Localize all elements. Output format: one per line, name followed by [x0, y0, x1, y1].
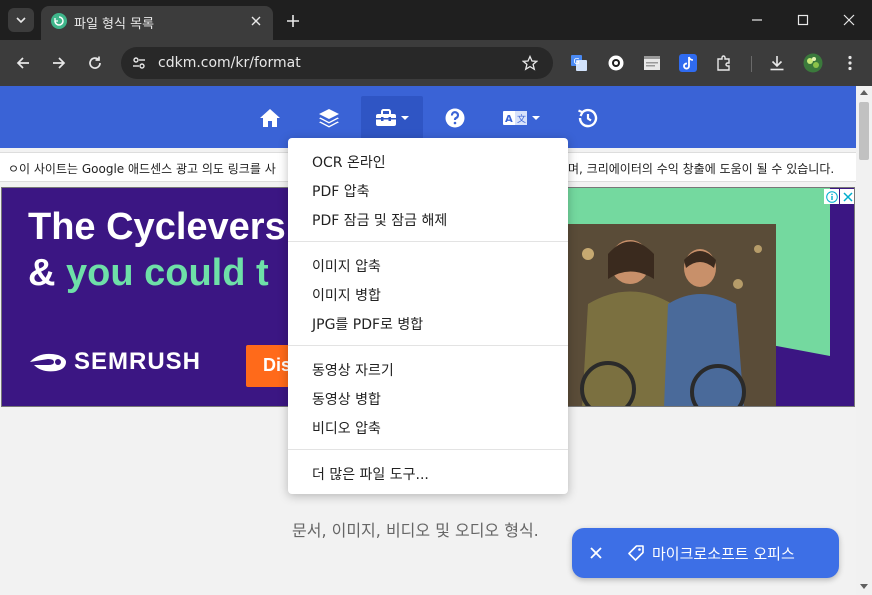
page-scrollbar[interactable]: [856, 86, 872, 595]
scroll-down-arrow-icon[interactable]: [860, 584, 868, 589]
ad-photo-cyclists: [568, 224, 776, 406]
maximize-icon: [797, 14, 809, 26]
downloads-button[interactable]: [767, 53, 787, 73]
arrow-right-icon: [53, 57, 66, 69]
minimize-button[interactable]: [740, 6, 774, 34]
translate-extension-button[interactable]: G: [569, 53, 589, 73]
more-vertical-icon: [848, 55, 852, 71]
tune-icon: [133, 57, 145, 69]
layers-icon: [319, 109, 339, 128]
forward-button[interactable]: [47, 51, 71, 75]
notice-text-right: 며, 크리에이터의 수익 창출에 도움이 될 수 있습니다.: [568, 162, 835, 176]
svg-text:文: 文: [517, 113, 526, 125]
ad-close-button[interactable]: [840, 189, 854, 204]
menu-item-jpg-to-pdf[interactable]: JPG를 PDF로 병합: [312, 314, 423, 334]
menu-item-pdf-lock-unlock[interactable]: PDF 잠금 및 잠금 해제: [312, 210, 447, 230]
tag-icon: [626, 543, 646, 563]
scroll-thumb[interactable]: [859, 102, 869, 160]
menu-item-video-compress[interactable]: 비디오 압축: [312, 418, 381, 438]
tab-strip: 파일 형식 목록: [0, 0, 872, 40]
semrush-logo: SEMRUSH: [28, 348, 201, 376]
browser-toolbar: cdkm.com/kr/format G: [0, 40, 872, 86]
office-floating-button[interactable]: 마이크로소프트 오피스: [572, 528, 839, 578]
music-note-icon: [679, 54, 697, 72]
close-window-button[interactable]: [832, 6, 866, 34]
download-icon: [770, 56, 784, 71]
help-icon: [445, 108, 465, 128]
semrush-logo-icon: [30, 353, 66, 372]
star-icon: [522, 55, 538, 71]
puzzle-icon: [717, 55, 730, 71]
menu-item-image-merge[interactable]: 이미지 병합: [312, 285, 381, 305]
tab-title: 파일 형식 목록: [74, 17, 155, 32]
google-translate-icon: G: [571, 55, 587, 71]
avatar: [803, 53, 823, 73]
minimize-icon: [752, 19, 762, 21]
menu-divider: [288, 449, 568, 450]
caret-down-icon: [400, 116, 409, 120]
fab-label: 마이크로소프트 오피스: [652, 545, 795, 563]
chevron-down-icon: [16, 17, 26, 24]
ad-headline-line1: The Cyclevers: [28, 206, 286, 248]
close-icon: [251, 16, 261, 26]
url-text[interactable]: cdkm.com/kr/format: [158, 55, 301, 71]
translate-icon: A文: [502, 111, 527, 125]
ad-info-button[interactable]: [824, 189, 839, 204]
info-icon: [825, 190, 838, 203]
nav-language[interactable]: A文: [498, 96, 544, 140]
notice-text-left: ㅇ이 사이트는 Google 애드센스 광고 의도 링크를 사: [8, 162, 276, 176]
profile-button[interactable]: [803, 53, 823, 73]
svg-text:G: G: [574, 57, 580, 66]
reload-button[interactable]: [83, 51, 107, 75]
tab-search-button[interactable]: [8, 8, 34, 32]
browser-window: 파일 형식 목록 cdkm.com/kr/format G A 文 ㅇ이 사이트…: [0, 0, 872, 595]
close-icon: [843, 14, 855, 26]
page-icon: [644, 56, 660, 70]
close-icon: [842, 191, 853, 202]
arrow-left-icon: [16, 57, 29, 69]
menu-item-video-merge[interactable]: 동영상 병합: [312, 389, 381, 409]
close-icon: [590, 547, 602, 559]
tiktok-extension-button[interactable]: [678, 53, 698, 73]
active-tab[interactable]: 파일 형식 목록: [41, 6, 273, 40]
back-button[interactable]: [11, 51, 35, 75]
nav-layers[interactable]: [313, 96, 345, 140]
maximize-button[interactable]: [786, 6, 820, 34]
ad-headline-line2: & you could t: [28, 252, 269, 294]
nav-tools[interactable]: [361, 96, 423, 140]
history-icon: [578, 108, 598, 128]
menu-item-video-trim[interactable]: 동영상 자르기: [312, 360, 394, 380]
fab-close-button[interactable]: [586, 543, 606, 563]
scroll-up-arrow-icon[interactable]: [860, 90, 868, 95]
extensions-button[interactable]: [714, 53, 734, 73]
extension-circle-button[interactable]: [606, 53, 626, 73]
tab-close-button[interactable]: [247, 12, 265, 30]
new-tab-button[interactable]: [282, 10, 304, 32]
reload-icon: [89, 56, 101, 69]
home-icon: [260, 109, 280, 127]
toolbar-separator: [751, 56, 752, 72]
site-info-button[interactable]: [129, 53, 149, 73]
site-favicon-icon: [51, 13, 67, 29]
caret-down-icon: [531, 116, 540, 120]
nav-history[interactable]: [571, 96, 603, 140]
menu-divider: [288, 345, 568, 346]
menu-item-image-compress[interactable]: 이미지 압축: [312, 256, 381, 276]
address-bar[interactable]: cdkm.com/kr/format: [121, 47, 553, 79]
page-subtitle: 문서, 이미지, 비디오 및 오디오 형식.: [292, 521, 539, 540]
extension-page-button[interactable]: [642, 53, 662, 73]
extension-circle-icon: [608, 55, 624, 71]
menu-item-more-tools[interactable]: 더 많은 파일 도구...: [312, 464, 429, 484]
nav-home[interactable]: [254, 96, 286, 140]
menu-item-pdf-compress[interactable]: PDF 압축: [312, 181, 370, 201]
menu-button[interactable]: [840, 53, 860, 73]
tools-dropdown-menu: OCR 온라인 PDF 압축 PDF 잠금 및 잠금 해제 이미지 압축 이미지…: [288, 138, 568, 494]
menu-item-ocr-online[interactable]: OCR 온라인: [312, 152, 386, 172]
bookmark-button[interactable]: [520, 53, 540, 73]
menu-divider: [288, 241, 568, 242]
toolbox-icon: [375, 109, 396, 126]
plus-icon: [287, 15, 299, 27]
nav-help[interactable]: [439, 96, 471, 140]
svg-text:A: A: [505, 114, 513, 125]
